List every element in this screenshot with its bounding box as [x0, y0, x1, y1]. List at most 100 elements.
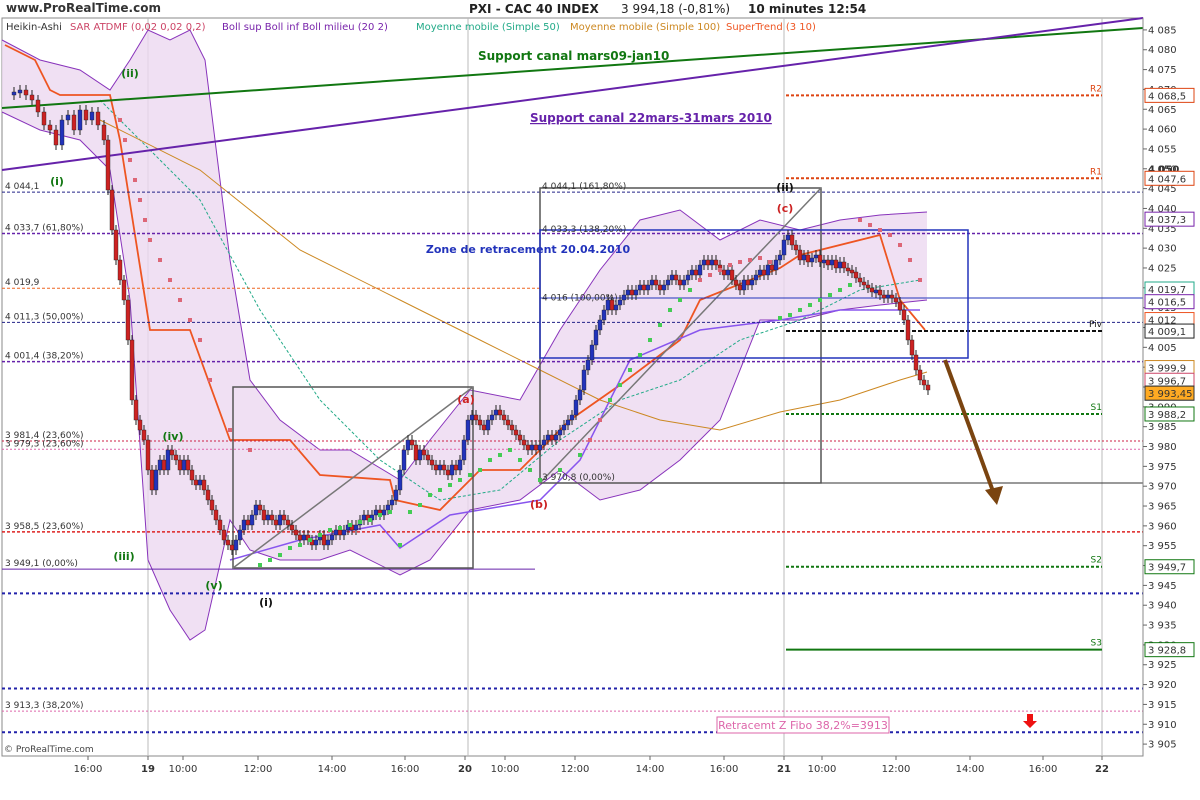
sar-dot [398, 543, 402, 547]
candle [917, 369, 923, 381]
candle [729, 269, 735, 281]
wave-label: (ii) [121, 67, 139, 80]
candle [249, 514, 255, 526]
candle [881, 294, 887, 299]
site-name: www.ProRealTime.com [6, 1, 161, 15]
candle [417, 449, 423, 461]
candle [573, 399, 579, 416]
candle [801, 254, 807, 261]
sar-dot [738, 260, 742, 264]
candle [301, 534, 307, 541]
sar-dot [468, 473, 472, 477]
candle [585, 359, 591, 371]
candle [469, 414, 475, 421]
candle [629, 289, 635, 296]
last-price-badge-label: 3 993,45 [1148, 389, 1193, 400]
y-tick-label: 3 915 [1148, 700, 1177, 711]
candle [677, 279, 683, 286]
sar-dot [478, 468, 482, 472]
y-tick-label: 3 905 [1148, 740, 1177, 751]
candle [125, 299, 131, 341]
candle [601, 309, 607, 321]
x-tick-label: 10:00 [169, 764, 198, 775]
candle [409, 439, 415, 446]
candle [689, 269, 695, 276]
sar-dot [418, 503, 422, 507]
price-badge-label: 3 996,7 [1148, 376, 1186, 387]
sar-dot [168, 278, 172, 282]
fibo-right-label: 4 044,1 (161,80%) [542, 182, 626, 192]
candle [217, 519, 223, 531]
sar-dot [133, 178, 137, 182]
candle [229, 544, 235, 551]
candle [173, 454, 179, 461]
y-tick-label: 4 065 [1148, 105, 1177, 116]
sar-dot [728, 263, 732, 267]
pivot-label: S1 [1091, 403, 1102, 413]
sar-dot [608, 398, 612, 402]
wave-label: (a) [457, 393, 474, 406]
indicator-label: Moyenne mobile (Simple 100) [570, 22, 720, 33]
sar-dot [318, 533, 322, 537]
candle [197, 479, 203, 486]
candle [789, 234, 795, 246]
candle [289, 524, 295, 531]
sar-dot [458, 478, 462, 482]
candle [53, 129, 59, 146]
sar-dot [908, 258, 912, 262]
price-badge-label: 4 068,5 [1148, 91, 1186, 102]
sar-dot [198, 338, 202, 342]
sar-dot [798, 308, 802, 312]
candle [597, 319, 603, 331]
fibo-level-label: 3 958,5 (23,60%) [5, 522, 84, 532]
candle [381, 509, 387, 516]
price-badge-label: 3 949,7 [1148, 563, 1186, 574]
sar-dot [408, 510, 412, 514]
sar-dot [878, 228, 882, 232]
candle [533, 444, 539, 451]
candle [441, 464, 447, 471]
candle [825, 259, 831, 266]
copyright: © ProRealTime.com [4, 745, 94, 755]
sar-dot [448, 483, 452, 487]
candle [897, 301, 903, 311]
candle [325, 539, 331, 546]
retracement-label: Retracemt Z Fibo 38,2%=3913 [718, 719, 888, 732]
candle [589, 344, 595, 361]
x-tick-label: 12:00 [244, 764, 273, 775]
y-tick-label: 3 940 [1148, 601, 1177, 612]
sar-dot [758, 256, 762, 260]
indicator-label: SuperTrend (3 10) [726, 22, 816, 33]
candle [361, 514, 367, 521]
candle [297, 534, 303, 541]
sar-dot [143, 218, 147, 222]
candle [29, 94, 35, 101]
candle [869, 287, 875, 293]
candle [253, 504, 259, 516]
candle [857, 277, 863, 283]
candle [429, 459, 435, 466]
candle [697, 264, 703, 276]
candle [749, 279, 755, 286]
y-tick-label: 3 925 [1148, 660, 1177, 671]
candle [905, 319, 911, 341]
candle [785, 234, 791, 241]
candle [553, 434, 559, 441]
support-channel-purple-label: Support canal 22mars-31mars 2010 [530, 111, 772, 125]
y-tick-label: 4 030 [1148, 244, 1177, 255]
candle [161, 459, 167, 471]
candle [11, 91, 17, 96]
sar-dot [808, 303, 812, 307]
sar-dot [778, 316, 782, 320]
x-tick-label: 16:00 [74, 764, 103, 775]
sar-dot [388, 510, 392, 514]
candle [149, 469, 155, 491]
price-badge-label: 4 009,1 [1148, 327, 1186, 338]
candle [745, 279, 751, 286]
candle [17, 89, 23, 94]
price-badge-label: 4 047,6 [1148, 174, 1186, 185]
candle [193, 479, 199, 486]
candle [293, 529, 299, 536]
candle [685, 274, 691, 281]
candle [673, 274, 679, 281]
